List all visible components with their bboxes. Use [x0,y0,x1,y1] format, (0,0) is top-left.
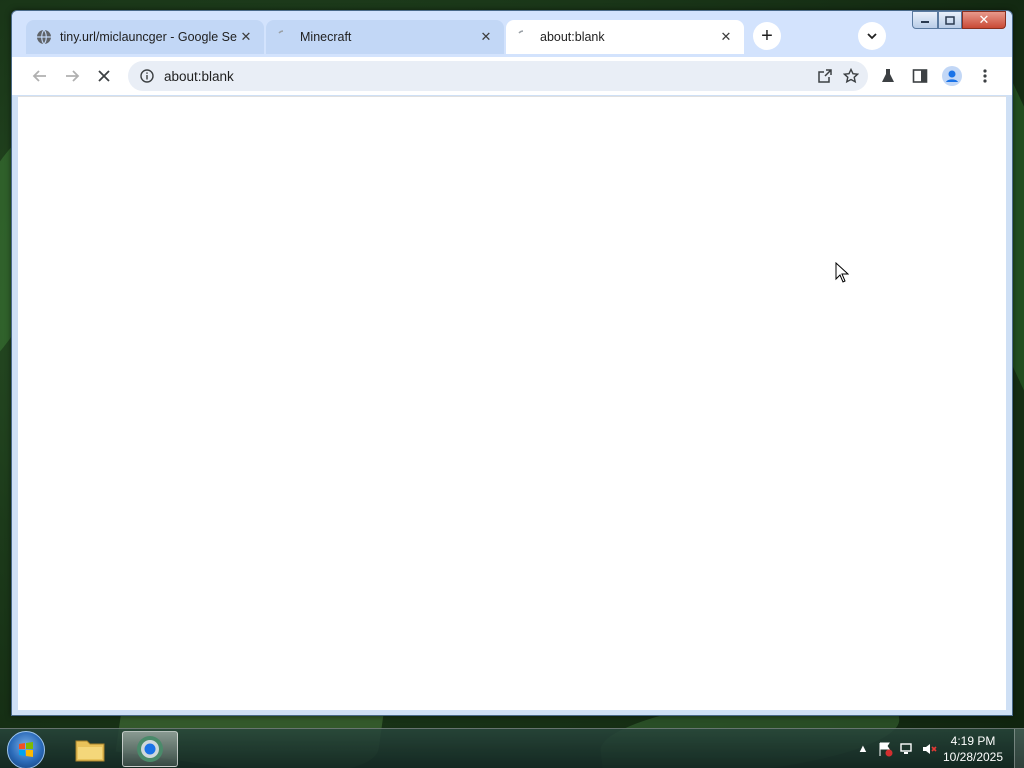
tab-close-icon[interactable]: ✕ [478,29,494,45]
chevron-down-icon [867,33,877,40]
globe-icon [36,29,52,45]
share-icon[interactable] [816,67,834,85]
tab-search-button[interactable] [858,22,886,50]
start-orb-button[interactable] [7,731,45,768]
arrow-right-icon [66,70,80,82]
side-panel-icon[interactable] [910,66,930,86]
page-content [18,96,1006,710]
loading-icon [276,29,292,45]
star-icon[interactable] [842,67,860,85]
browser-toolbar: about:blank [12,57,1012,95]
info-icon [140,69,154,83]
minimize-button[interactable] [912,11,938,29]
plus-icon: + [761,24,773,47]
clock[interactable]: 4:19 PM 10/28/2025 [940,733,1006,765]
forward-button[interactable] [58,62,86,90]
close-window-button[interactable]: ✕ [962,11,1006,29]
labs-flask-icon[interactable] [878,66,898,86]
folder-icon [75,740,105,762]
tab-title: Minecraft [300,30,352,44]
tab-title: about:blank [540,30,605,44]
system-tray: ▲ 4:19 PM 10/28/2025 [852,729,1024,768]
profile-avatar-icon[interactable] [942,66,962,86]
window-controls: ✕ [912,11,1006,31]
volume-muted-icon[interactable] [918,738,940,760]
mouse-cursor-icon [835,261,850,289]
loading-icon [516,29,532,45]
back-button[interactable] [26,62,54,90]
address-bar[interactable]: about:blank [128,61,868,91]
address-text: about:blank [164,68,234,84]
arrow-left-icon [32,70,46,82]
tab-about-blank[interactable]: about:blank ✕ [506,20,744,54]
tab-close-icon[interactable]: ✕ [238,29,254,45]
chrome-icon [137,736,163,762]
kebab-menu-icon[interactable] [975,66,995,86]
tab-title: tiny.url/miclauncger - Google Se [60,30,237,44]
new-tab-button[interactable]: + [753,22,781,50]
show-desktop-button[interactable] [1014,729,1024,768]
taskbar: ▲ 4:19 PM 10/28/2025 [0,728,1024,768]
stop-loading-button[interactable] [90,62,118,90]
show-hidden-icons-icon[interactable]: ▲ [852,738,874,760]
taskbar-file-explorer[interactable] [62,731,118,767]
taskbar-chrome[interactable] [122,731,178,767]
tab-minecraft[interactable]: Minecraft ✕ [266,20,504,54]
tab-google-search[interactable]: tiny.url/miclauncger - Google Se ✕ [26,20,264,54]
windows-logo-icon [19,742,33,757]
network-icon[interactable] [896,738,918,760]
close-icon [98,70,110,82]
tab-strip: tiny.url/miclauncger - Google Se ✕ Minec… [12,11,1012,57]
tab-close-icon[interactable]: ✕ [718,29,734,45]
clock-date: 10/28/2025 [942,750,1004,764]
clock-time: 4:19 PM [950,734,996,748]
action-center-flag-icon[interactable] [874,738,896,760]
maximize-button[interactable] [938,11,962,29]
browser-window: tiny.url/miclauncger - Google Se ✕ Minec… [11,10,1013,716]
